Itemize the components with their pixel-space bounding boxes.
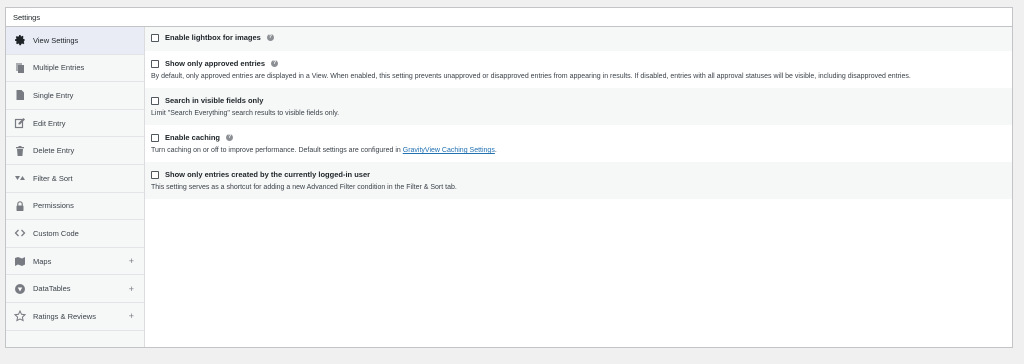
caching-checkbox[interactable] <box>151 133 159 142</box>
description-text: Turn caching on or off to improve perfor… <box>151 147 403 154</box>
sidebar-item-label: Ratings & Reviews <box>33 311 96 321</box>
setting-approved-entries: Show only approved entries ? By default,… <box>145 51 1012 88</box>
setting-caching: Enable caching ? Turn caching on or off … <box>145 125 1012 162</box>
trash-icon <box>14 145 26 157</box>
sidebar-item-datatables[interactable]: DataTables + <box>6 275 144 303</box>
lightbox-checkbox[interactable] <box>151 33 159 42</box>
map-icon <box>14 255 26 267</box>
datatables-icon <box>14 283 26 295</box>
help-icon[interactable]: ? <box>266 34 274 41</box>
setting-label[interactable]: Show only entries created by the current… <box>165 170 370 179</box>
sidebar-item-label: Multiple Entries <box>33 63 85 73</box>
edit-icon <box>14 117 26 129</box>
copy-icon <box>14 62 26 74</box>
setting-logged-in-user: Show only entries created by the current… <box>145 162 1012 199</box>
settings-sidebar: View Settings Multiple Entries Single En… <box>6 27 145 347</box>
sidebar-item-label: Single Entry <box>33 90 74 100</box>
panel-body: View Settings Multiple Entries Single En… <box>6 27 1012 347</box>
setting-description: This setting serves as a shortcut for ad… <box>151 184 457 191</box>
sort-icon <box>14 172 26 184</box>
sidebar-item-label: Delete Entry <box>33 146 75 156</box>
sidebar-item-label: Permissions <box>33 201 74 211</box>
sidebar-item-permissions[interactable]: Permissions <box>6 193 144 221</box>
help-icon[interactable]: ? <box>226 134 234 141</box>
expand-icon[interactable]: + <box>129 311 134 321</box>
search-visible-checkbox[interactable] <box>151 96 159 105</box>
setting-label[interactable]: Enable caching <box>165 133 220 142</box>
setting-label[interactable]: Search in visible fields only <box>165 96 263 105</box>
sidebar-item-maps[interactable]: Maps + <box>6 248 144 276</box>
setting-description: Limit "Search Everything" search results… <box>151 110 340 117</box>
star-icon <box>14 310 26 322</box>
gear-icon <box>14 34 26 46</box>
setting-lightbox: Enable lightbox for images ? <box>145 27 1012 51</box>
setting-description: Turn caching on or off to improve perfor… <box>151 146 1006 156</box>
settings-content: Enable lightbox for images ? Show only a… <box>145 27 1012 347</box>
setting-search-visible: Search in visible fields only Limit "Sea… <box>145 88 1012 125</box>
caching-settings-link[interactable]: GravityView Caching Settings <box>403 147 495 154</box>
sidebar-item-label: View Settings <box>33 35 79 45</box>
setting-description: By default, only approved entries are di… <box>151 73 911 80</box>
sidebar-item-custom-code[interactable]: Custom Code <box>6 220 144 248</box>
document-icon <box>14 89 26 101</box>
description-suffix: . <box>494 147 497 154</box>
logged-in-user-checkbox[interactable] <box>151 170 159 179</box>
sidebar-item-label: Custom Code <box>33 228 79 238</box>
sidebar-item-label: DataTables <box>33 284 71 294</box>
sidebar-item-multiple-entries[interactable]: Multiple Entries <box>6 55 144 83</box>
panel-title: Settings <box>6 8 1012 27</box>
approved-entries-checkbox[interactable] <box>151 59 159 68</box>
sidebar-item-ratings-reviews[interactable]: Ratings & Reviews + <box>6 303 144 331</box>
sidebar-item-view-settings[interactable]: View Settings <box>6 27 144 55</box>
code-icon <box>14 227 26 239</box>
sidebar-item-label: Filter & Sort <box>33 173 73 183</box>
lock-icon <box>14 200 26 212</box>
sidebar-item-label: Edit Entry <box>33 118 66 128</box>
sidebar-item-filter-sort[interactable]: Filter & Sort <box>6 165 144 193</box>
sidebar-item-single-entry[interactable]: Single Entry <box>6 82 144 110</box>
sidebar-item-label: Maps <box>33 256 52 266</box>
expand-icon[interactable]: + <box>129 256 134 266</box>
setting-label[interactable]: Show only approved entries <box>165 59 265 68</box>
settings-panel: Settings View Settings Multiple Entries … <box>5 7 1013 348</box>
sidebar-item-delete-entry[interactable]: Delete Entry <box>6 137 144 165</box>
setting-label[interactable]: Enable lightbox for images <box>165 33 261 42</box>
sidebar-item-edit-entry[interactable]: Edit Entry <box>6 110 144 138</box>
expand-icon[interactable]: + <box>129 284 134 294</box>
help-icon[interactable]: ? <box>271 60 279 67</box>
